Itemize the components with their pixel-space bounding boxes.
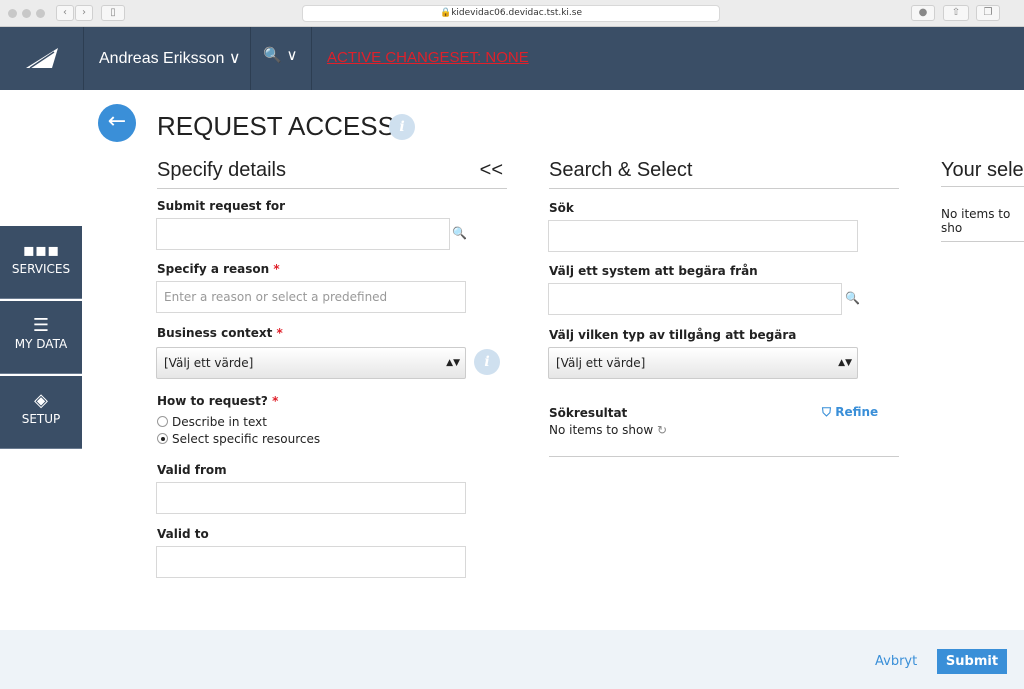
radio-select-specific-resources[interactable]: Select specific resources (157, 432, 320, 446)
results-empty: No items to show ↻ (549, 423, 668, 437)
back-button[interactable]: ← (98, 104, 136, 142)
radio-describe-in-text[interactable]: Describe in text (157, 415, 267, 429)
your-selection-heading: Your sele (941, 159, 1024, 181)
logo-icon[interactable] (24, 46, 60, 70)
menu-icon: ☰ (32, 315, 50, 336)
url-text: kidevidac06.devidac.tst.ki.se (451, 8, 583, 18)
submit-button[interactable]: Submit (937, 649, 1007, 674)
search-select-heading: Search & Select (549, 159, 899, 189)
specify-details-heading: Specify details << (157, 159, 507, 189)
back-nav-button[interactable]: ‹ (56, 5, 74, 21)
footer-bar: Avbryt Submit (0, 630, 1024, 689)
submit-for-label: Submit request for (157, 199, 286, 213)
sidebar-item-label: SETUP (21, 412, 61, 426)
results-label: Sökresultat (549, 406, 628, 420)
active-changeset-link[interactable]: ACTIVE CHANGESET: NONE (327, 49, 529, 66)
select-arrows-icon: ▲▼ (446, 358, 460, 368)
system-label: Välj ett system att begära från (549, 264, 758, 278)
lock-icon: 🔒 (439, 8, 452, 18)
filter-icon: ⛉ (822, 405, 832, 419)
sok-label: Sök (549, 201, 574, 215)
how-to-request-label: How to request? * (157, 394, 279, 408)
sidebar-item-label: MY DATA (14, 337, 68, 351)
access-type-select[interactable]: [Välj ett värde] ▲▼ (548, 347, 858, 379)
chevron-down-icon: ∨ (228, 50, 241, 67)
close-window-icon[interactable] (8, 9, 17, 18)
search-icon[interactable]: 🔍 (845, 291, 860, 305)
sidebar-toggle-icon[interactable]: ▯ (101, 5, 125, 21)
search-menu[interactable]: 🔍 ∨ (263, 46, 297, 64)
submit-for-input[interactable] (156, 218, 450, 250)
selection-empty: No items to sho (941, 207, 1011, 235)
valid-from-input[interactable] (156, 482, 466, 514)
address-bar[interactable]: 🔒kidevidac06.devidac.tst.ki.se (302, 5, 720, 22)
divider (549, 456, 899, 457)
sidebar-item-my-data[interactable]: ☰ MY DATA (0, 301, 82, 374)
tabs-icon[interactable]: ❐ (976, 5, 1000, 21)
valid-to-label: Valid to (157, 527, 209, 541)
system-input[interactable] (548, 283, 842, 315)
sidebar-item-setup[interactable]: ◈ SETUP (0, 376, 82, 449)
share-icon[interactable]: ⇧ (943, 5, 969, 21)
download-icon[interactable]: ● (911, 5, 935, 21)
reason-input[interactable]: Enter a reason or select a predefined (156, 281, 466, 313)
cancel-button[interactable]: Avbryt (875, 654, 917, 669)
refine-button[interactable]: ⛉ Refine (822, 405, 878, 420)
sidebar-item-services[interactable]: ▪▪▪ SERVICES (0, 226, 82, 299)
valid-to-input[interactable] (156, 546, 466, 578)
business-context-select[interactable]: [Välj ett värde] ▲▼ (156, 347, 466, 379)
reason-label: Specify a reason * (157, 262, 280, 276)
user-menu[interactable]: Andreas Eriksson ∨ (99, 48, 241, 68)
browser-chrome: ‹ › ▯ 🔒kidevidac06.devidac.tst.ki.se ● ⇧… (0, 0, 1024, 27)
business-context-label: Business context * (157, 326, 283, 340)
layers-icon: ◈ (34, 390, 48, 411)
top-bar: Andreas Eriksson ∨ 🔍 ∨ ACTIVE CHANGESET:… (0, 27, 1024, 90)
page-title: REQUEST ACCESS (157, 111, 395, 141)
arrow-left-icon: ← (107, 109, 127, 134)
refresh-icon[interactable]: ↻ (657, 423, 667, 437)
select-arrows-icon: ▲▼ (838, 358, 852, 368)
search-icon[interactable]: 🔍 (452, 226, 467, 240)
magnifier-icon: 🔍 (263, 46, 282, 64)
forward-nav-button[interactable]: › (75, 5, 93, 21)
sidebar-item-label: SERVICES (11, 262, 71, 276)
grid-icon: ▪▪▪ (22, 240, 60, 261)
zoom-window-icon[interactable] (36, 9, 45, 18)
info-icon[interactable]: i (474, 349, 500, 375)
minimize-window-icon[interactable] (22, 9, 31, 18)
valid-from-label: Valid from (157, 463, 227, 477)
user-name: Andreas Eriksson (99, 50, 225, 67)
chevron-down-icon: ∨ (286, 46, 298, 64)
sok-input[interactable] (548, 220, 858, 252)
collapse-button[interactable]: << (480, 159, 503, 182)
access-type-label: Välj vilken typ av tillgång att begära (549, 328, 797, 342)
info-icon[interactable]: i (389, 114, 415, 140)
